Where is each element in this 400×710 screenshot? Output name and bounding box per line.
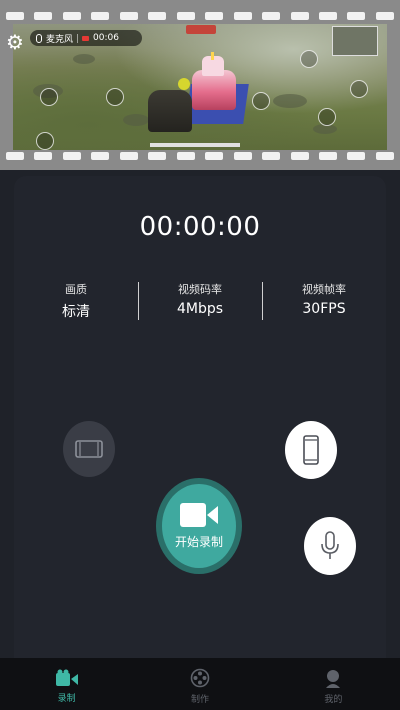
recorder-panel — [14, 176, 386, 676]
game-hud-button — [350, 80, 368, 98]
divider — [77, 33, 79, 43]
portrait-phone-icon — [303, 435, 319, 465]
recording-timer: 00:00:00 — [139, 212, 261, 242]
recording-settings: 画质 标清 视频码率 4Mbps 视频帧率 30FPS — [14, 282, 386, 322]
profile-icon — [326, 669, 341, 688]
game-minimap — [332, 26, 378, 56]
bottom-navigation: 录制 制作 我的 — [0, 658, 400, 710]
game-candle — [211, 52, 214, 60]
quality-value: 标清 — [62, 304, 90, 320]
quality-label: 画质 — [65, 283, 87, 296]
video-camera-icon — [180, 502, 218, 527]
nav-item-record[interactable]: 录制 — [0, 658, 133, 710]
bitrate-value: 4Mbps — [176, 301, 224, 317]
film-reel-icon — [190, 668, 210, 687]
landscape-mode-button[interactable] — [63, 421, 115, 477]
game-hud-button — [318, 108, 336, 126]
bitrate-label: 视频码率 — [178, 283, 222, 296]
mic-label: 麦克风 — [46, 34, 74, 45]
framerate-value: 30FPS — [302, 301, 346, 317]
hud-top-marker — [186, 25, 216, 34]
framerate-setting[interactable]: 视频帧率 30FPS — [262, 282, 386, 322]
microphone-icon — [36, 33, 42, 43]
game-hud-button — [252, 92, 270, 110]
portrait-mode-button[interactable] — [285, 421, 337, 479]
recording-time: 00:06 — [93, 33, 119, 43]
game-preview-filmstrip: ⚙ 麦克风 00:06 — [0, 0, 400, 170]
framerate-label: 视频帧率 — [302, 283, 346, 296]
game-hud-button — [300, 50, 318, 68]
filmstrip-holes-bottom — [0, 152, 400, 162]
nav-item-profile[interactable]: 我的 — [267, 658, 400, 710]
bitrate-setting[interactable]: 视频码率 4Mbps — [138, 282, 262, 322]
start-recording-button[interactable]: 开始录制 — [156, 478, 242, 574]
game-hud-button — [40, 88, 58, 106]
game-item — [178, 78, 190, 90]
game-cake — [192, 70, 236, 110]
nav-label-profile: 我的 — [324, 694, 343, 705]
camera-icon — [55, 669, 78, 686]
nav-label-record: 录制 — [57, 693, 76, 704]
game-character — [148, 90, 192, 132]
nav-label-create: 制作 — [190, 694, 209, 705]
settings-gear-icon[interactable]: ⚙ — [4, 31, 26, 53]
game-hud-button — [36, 132, 54, 150]
start-recording-inner: 开始录制 — [162, 484, 236, 568]
quality-setting[interactable]: 画质 标清 — [14, 282, 138, 322]
game-health-bar — [150, 143, 240, 147]
nav-item-create[interactable]: 制作 — [133, 658, 266, 710]
microphone-toggle-button[interactable] — [304, 517, 356, 575]
recording-status-bar: 麦克风 00:06 — [30, 30, 142, 46]
record-indicator-icon — [82, 35, 90, 41]
landscape-phone-icon — [75, 440, 103, 458]
filmstrip-holes-top — [0, 12, 400, 22]
game-hud-button — [106, 88, 124, 106]
start-recording-label: 开始录制 — [174, 534, 223, 549]
microphone-icon — [321, 531, 339, 559]
